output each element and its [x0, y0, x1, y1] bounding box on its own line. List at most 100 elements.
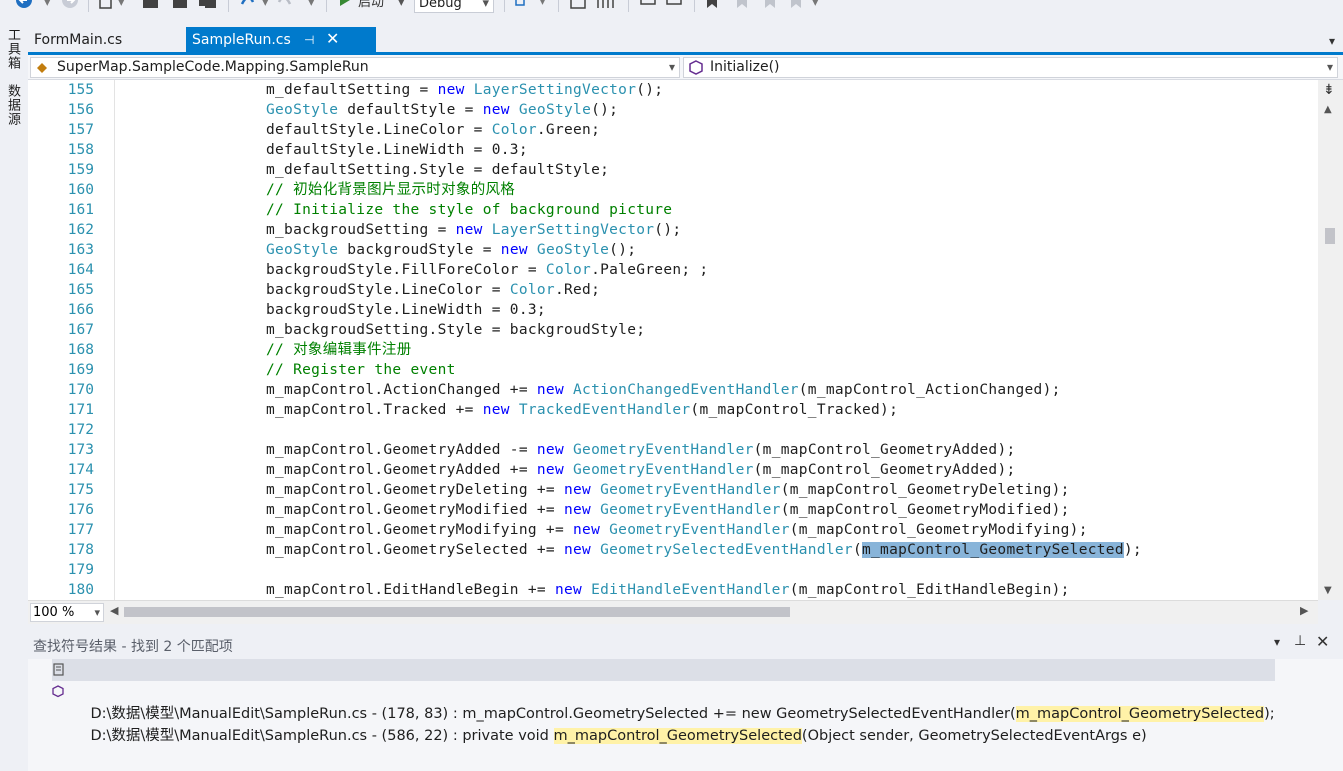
save-all-icon[interactable]	[198, 0, 218, 12]
uncomment-icon[interactable]	[666, 0, 684, 12]
toolbox-tab[interactable]: 工具箱	[3, 28, 22, 70]
class-dropdown[interactable]: SuperMap.SampleCode.Mapping.SampleRun ▾	[30, 57, 680, 78]
code-token: m_mapControl.EditHandleBegin +=	[266, 582, 555, 598]
clear-bookmarks-icon[interactable]	[790, 0, 806, 12]
code-line[interactable]: GeoStyle defaultStyle = new GeoStyle();	[266, 100, 618, 120]
scroll-right-icon[interactable]: ▶	[1300, 604, 1308, 617]
save-icon[interactable]	[172, 0, 190, 12]
scroll-left-icon[interactable]: ◀	[110, 604, 118, 617]
panel-menu-icon[interactable]: ▾	[1274, 635, 1280, 649]
code-line[interactable]: // 初始化背景图片显示时对象的风格	[266, 180, 515, 200]
code-line[interactable]: defaultStyle.LineWidth = 0.3;	[266, 140, 528, 160]
code-line[interactable]: m_mapControl.Tracked += new TrackedEvent…	[266, 400, 898, 420]
code-line[interactable]: GeoStyle backgroudStyle = new GeoStyle()…	[266, 240, 636, 260]
code-line[interactable]: m_mapControl.GeometryModified += new Geo…	[266, 500, 1070, 520]
code-line[interactable]: m_mapControl.ActionChanged += new Action…	[266, 380, 1061, 400]
open-file-icon[interactable]	[142, 0, 160, 12]
code-token: ();	[654, 222, 682, 238]
selected-token: m_mapControl_GeometrySelected	[861, 542, 1124, 558]
code-token: );	[1123, 542, 1142, 558]
code-line[interactable]: m_mapControl.GeometryAdded += new Geomet…	[266, 460, 1016, 480]
code-token: // Register the event	[266, 362, 456, 378]
code-line[interactable]: defaultStyle.LineColor = Color.Green;	[266, 120, 600, 140]
code-line[interactable]: // Initialize the style of background pi…	[266, 200, 672, 220]
code-token: (m_mapControl_Tracked);	[690, 402, 899, 418]
line-number: 170	[67, 382, 94, 398]
member-dropdown[interactable]: Initialize() ▾	[683, 57, 1338, 78]
code-line[interactable]: backgroudStyle.FillForeColor = Color.Pal…	[266, 260, 708, 280]
code-line[interactable]: m_mapControl.GeometrySelected += new Geo…	[266, 540, 1142, 560]
redo-icon[interactable]	[276, 0, 294, 12]
tab-samplerun[interactable]: SampleRun.cs ⊣ ✕	[186, 27, 376, 52]
vertical-scrollbar[interactable]: ⇟ ▲ ▼	[1318, 80, 1343, 600]
scroll-down-icon[interactable]: ▼	[1324, 585, 1332, 596]
line-number: 179	[67, 562, 94, 578]
bookmark-icon[interactable]	[706, 0, 720, 12]
toolbar-options-icon[interactable]: ▾	[812, 0, 819, 12]
layout-icon[interactable]	[570, 0, 588, 12]
previous-bookmark-icon[interactable]	[736, 0, 750, 12]
format-icon[interactable]	[596, 0, 618, 12]
code-line[interactable]: m_mapControl.GeometryModifying += new Ge…	[266, 520, 1088, 540]
close-icon[interactable]: ✕	[1316, 632, 1329, 651]
comment-icon[interactable]	[640, 0, 658, 12]
code-line[interactable]: backgroudStyle.LineColor = Color.Red;	[266, 280, 600, 300]
code-token: m_mapControl.GeometryDeleting +=	[266, 482, 564, 498]
code-line[interactable]: // Register the event	[266, 360, 456, 380]
code-token: (m_mapControl_GeometryModified);	[780, 502, 1070, 518]
back-icon[interactable]	[14, 0, 34, 12]
datasource-tab[interactable]: 数据源	[3, 84, 22, 126]
code-line[interactable]: m_backgroudSetting = new LayerSettingVec…	[266, 220, 681, 240]
undo-icon[interactable]	[238, 0, 256, 12]
close-icon[interactable]: ✕	[326, 26, 339, 52]
code-token: new	[482, 402, 510, 418]
result-row-2[interactable]: D:\数据\模型\ManualEdit\SampleRun.cs - (586,…	[52, 681, 1147, 744]
zoom-select[interactable]: 100 % ▾	[30, 603, 104, 622]
code-line[interactable]: m_mapControl.GeometryAdded -= new Geomet…	[266, 440, 1016, 460]
dropdown-arrow-icon[interactable]: ▾	[118, 0, 125, 12]
split-window-icon[interactable]: ⇟	[1323, 82, 1335, 98]
code-token: new	[536, 382, 564, 398]
dropdown-arrow-icon[interactable]: ▾	[308, 0, 315, 12]
start-button[interactable]: 启动	[358, 0, 384, 12]
code-token: // 对象编辑事件注册	[266, 342, 412, 358]
start-debug-icon[interactable]	[338, 0, 352, 12]
code-line[interactable]: m_defaultSetting = new LayerSettingVecto…	[266, 80, 663, 100]
code-editor[interactable]: 155 156 157 158 159 160 161 162 163 164 165 166 167 1…	[28, 80, 1318, 600]
code-line[interactable]: m_backgroudSetting.Style = backgroudStyl…	[266, 320, 645, 340]
code-token: ();	[591, 102, 619, 118]
new-project-icon[interactable]	[98, 0, 114, 12]
horizontal-scroll-thumb[interactable]	[124, 607, 790, 617]
scroll-thumb[interactable]	[1325, 228, 1335, 244]
code-line[interactable]: // 对象编辑事件注册	[266, 340, 412, 360]
tab-overflow-icon[interactable]: ▾	[1329, 27, 1335, 55]
dropdown-arrow-icon[interactable]: ▾	[398, 0, 405, 12]
left-tool-strip: 工具箱 数据源	[0, 14, 26, 771]
dropdown-arrow-icon[interactable]: ▾	[44, 0, 51, 12]
tab-formmain[interactable]: FormMain.cs	[28, 27, 183, 52]
code-line[interactable]: m_defaultSetting.Style = defaultStyle;	[266, 160, 609, 180]
forward-icon[interactable]	[60, 0, 80, 12]
attach-icon[interactable]	[514, 0, 532, 11]
next-bookmark-icon[interactable]	[764, 0, 778, 12]
code-line[interactable]: m_mapControl.EditHandleBegin += new Edit…	[266, 580, 1070, 600]
pin-icon[interactable]: ⊥	[1294, 633, 1306, 649]
line-number: 156	[67, 102, 94, 118]
code-line[interactable]: m_mapControl.GeometryDeleting += new Geo…	[266, 480, 1070, 500]
member-dropdown-value: Initialize()	[710, 59, 780, 75]
code-token: ActionChangedEventHandler	[573, 382, 799, 398]
code-token: new	[563, 502, 592, 518]
code-token: new	[563, 542, 592, 558]
pin-icon[interactable]: ⊣	[304, 27, 314, 53]
code-token: new	[455, 222, 483, 238]
dropdown-arrow-icon[interactable]: ▾	[540, 0, 545, 12]
solution-configuration-select[interactable]: Debug ▾	[414, 0, 494, 13]
code-line[interactable]: backgroudStyle.LineWidth = 0.3;	[266, 300, 546, 320]
result-row-1[interactable]: D:\数据\模型\ManualEdit\SampleRun.cs - (178,…	[52, 659, 1275, 722]
line-number: 175	[67, 482, 94, 498]
dropdown-arrow-icon[interactable]: ▾	[262, 0, 269, 12]
scroll-up-icon[interactable]: ▲	[1324, 104, 1332, 115]
